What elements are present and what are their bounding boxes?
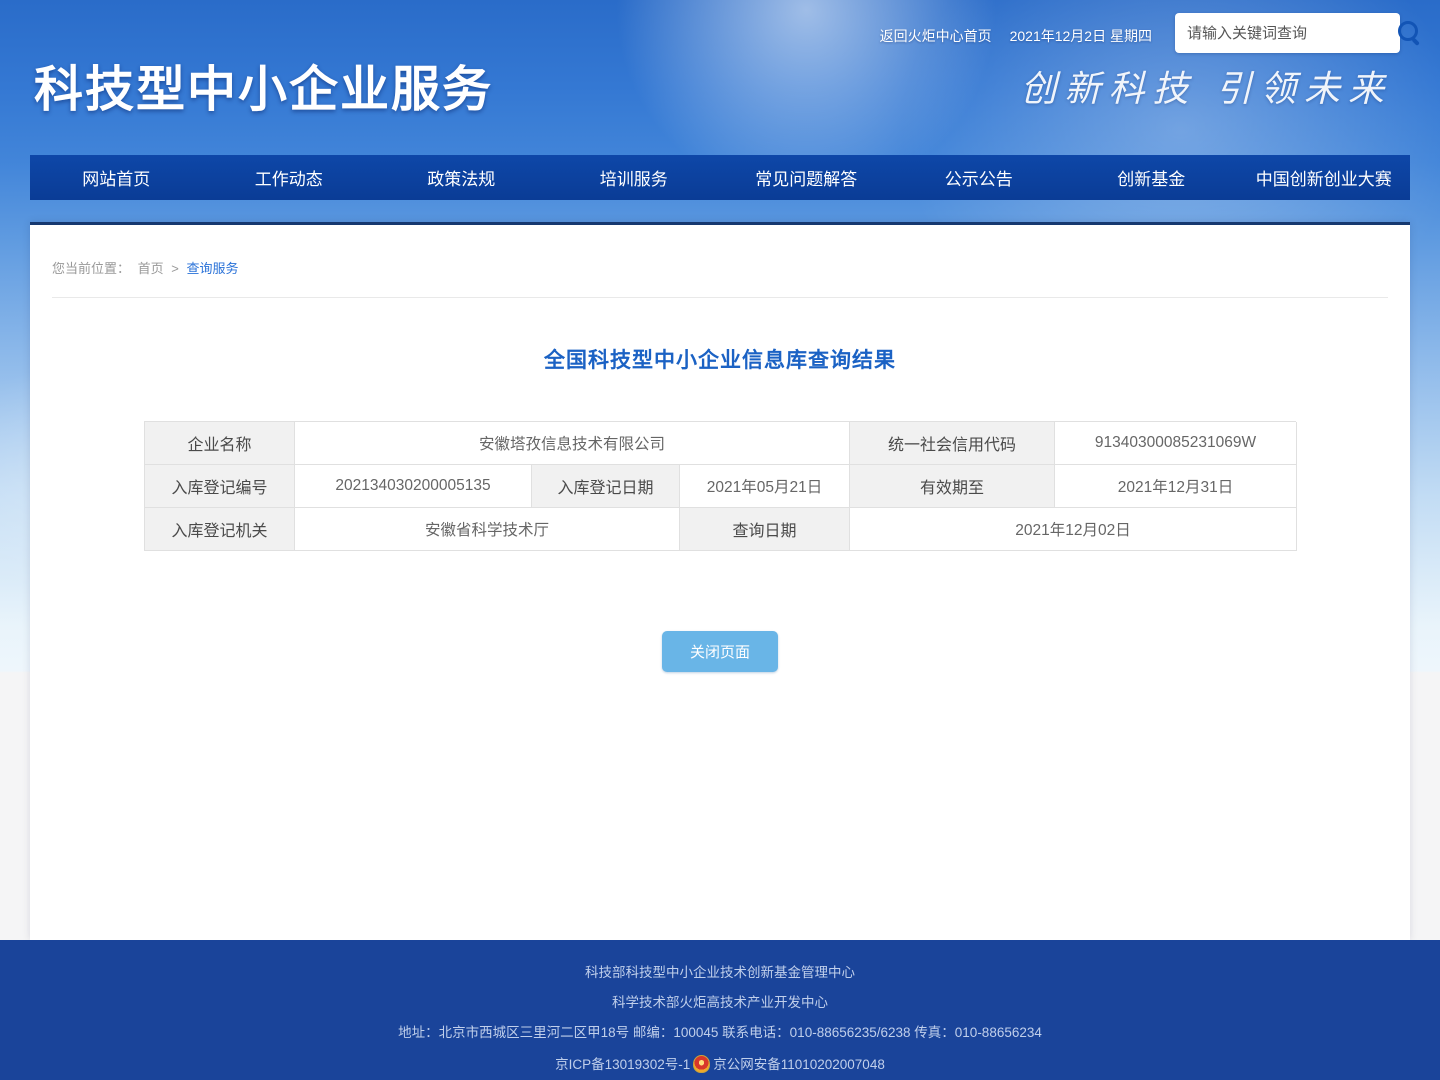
public-security-link[interactable]: 京公网安备11010202007048 [713, 1057, 885, 1072]
public-security-badge-icon [693, 1055, 710, 1073]
query-date-value: 2021年12月02日 [850, 508, 1297, 551]
breadcrumb-current-link[interactable]: 查询服务 [187, 261, 239, 276]
nav-item-news[interactable]: 工作动态 [203, 155, 376, 200]
main-nav: 网站首页 工作动态 政策法规 培训服务 常见问题解答 公示公告 创新基金 中国创… [30, 155, 1410, 200]
current-date: 2021年12月2日 星期四 [1010, 26, 1152, 46]
content-panel: 您当前位置： 首页 > 查询服务 全国科技型中小企业信息库查询结果 企业名称 安… [30, 222, 1410, 940]
torch-home-link[interactable]: 返回火炬中心首页 [880, 26, 992, 46]
breadcrumb-home-link[interactable]: 首页 [138, 261, 164, 276]
page-footer: 科技部科技型中小企业技术创新基金管理中心 科学技术部火炬高技术产业开发中心 地址… [0, 940, 1440, 1080]
registration-authority-value: 安徽省科学技术厅 [295, 508, 680, 551]
footer-icp-line: 京ICP备13019302号-1 京公网安备11010202007048 [0, 1055, 1440, 1073]
close-page-button[interactable]: 关闭页面 [662, 631, 778, 672]
registration-authority-label: 入库登记机关 [145, 508, 295, 551]
query-date-label: 查询日期 [680, 508, 850, 551]
breadcrumb-prefix: 您当前位置： [52, 261, 130, 276]
company-name-label: 企业名称 [145, 422, 295, 465]
footer-org-line1: 科技部科技型中小企业技术创新基金管理中心 [0, 965, 1440, 980]
site-slogan: 创新科技 引领未来 [1021, 60, 1392, 112]
search-input[interactable] [1175, 25, 1392, 42]
nav-item-announcements[interactable]: 公示公告 [893, 155, 1066, 200]
nav-item-policy[interactable]: 政策法规 [375, 155, 548, 200]
breadcrumb: 您当前位置： 首页 > 查询服务 [52, 258, 1388, 298]
breadcrumb-separator: > [171, 261, 179, 276]
registration-number-value: 202134030200005135 [295, 465, 532, 508]
footer-org-line2: 科学技术部火炬高技术产业开发中心 [0, 995, 1440, 1010]
credit-code-value: 91340300085231069W [1055, 422, 1297, 465]
registration-date-value: 2021年05月21日 [680, 465, 850, 508]
credit-code-label: 统一社会信用代码 [850, 422, 1055, 465]
nav-item-faq[interactable]: 常见问题解答 [720, 155, 893, 200]
page-title: 全国科技型中小企业信息库查询结果 [30, 344, 1410, 374]
nav-item-home[interactable]: 网站首页 [30, 155, 203, 200]
company-name-value: 安徽塔孜信息技术有限公司 [295, 422, 850, 465]
registration-date-label: 入库登记日期 [532, 465, 680, 508]
site-logo: 科技型中小企业服务 [34, 50, 493, 121]
search-box [1175, 13, 1400, 53]
topbar: 返回火炬中心首页 2021年12月2日 星期四 [880, 26, 1152, 46]
registration-number-label: 入库登记编号 [145, 465, 295, 508]
company-info-table: 企业名称 安徽塔孜信息技术有限公司 统一社会信用代码 9134030008523… [144, 421, 1296, 551]
footer-contact-line: 地址：北京市西城区三里河二区甲18号 邮编：100045 联系电话：010-88… [0, 1025, 1440, 1040]
search-icon[interactable] [1392, 16, 1426, 50]
nav-item-innovation-fund[interactable]: 创新基金 [1065, 155, 1238, 200]
valid-until-value: 2021年12月31日 [1055, 465, 1297, 508]
valid-until-label: 有效期至 [850, 465, 1055, 508]
icp-license-link[interactable]: 京ICP备13019302号-1 [555, 1057, 690, 1072]
nav-item-competition[interactable]: 中国创新创业大赛 [1238, 155, 1411, 200]
nav-item-training[interactable]: 培训服务 [548, 155, 721, 200]
